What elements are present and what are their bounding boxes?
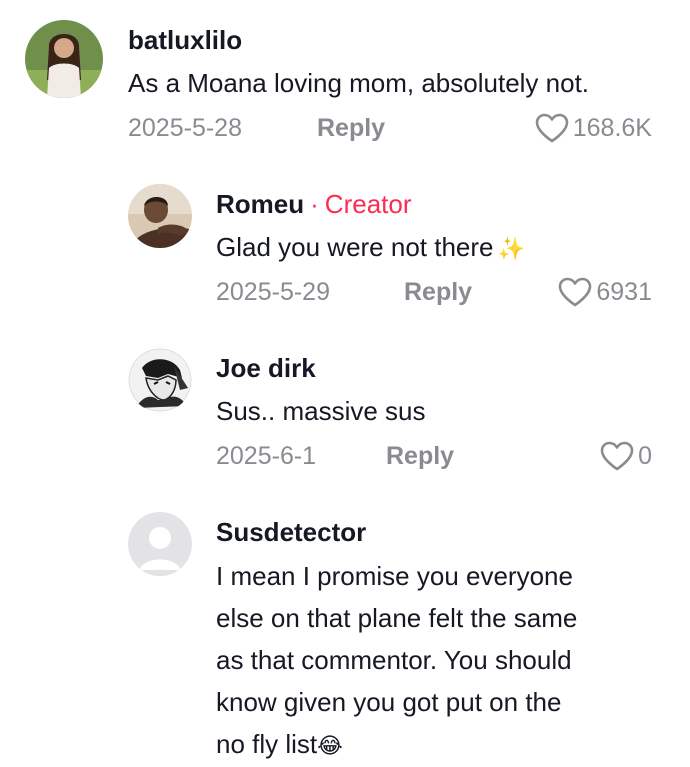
like-count: 168.6K: [572, 114, 652, 142]
comment-text: Glad you were not there ✨: [216, 226, 525, 270]
heart-outline-icon: [535, 113, 569, 143]
username-with-badge[interactable]: Romeu · Creator: [216, 188, 412, 220]
comment-date: 2025-6-1: [216, 442, 317, 470]
avatar[interactable]: [128, 184, 192, 248]
avatar[interactable]: [128, 348, 192, 412]
comment-text-line: know given you got put on the: [216, 687, 562, 717]
badge-separator: ·: [310, 189, 319, 219]
like-button[interactable]: 168.6K: [535, 112, 652, 144]
avatar-image: [128, 184, 192, 248]
comment-text-line: as that commentor. You should: [216, 645, 572, 675]
reply-button[interactable]: Reply: [317, 112, 385, 144]
heart-outline-icon: [600, 441, 634, 471]
avatar-image: [128, 348, 192, 412]
comment-date: 2025-5-29: [216, 278, 330, 306]
username[interactable]: batluxlilo: [128, 24, 242, 56]
avatar[interactable]: [128, 512, 192, 576]
comment-text: Sus.. massive sus: [216, 396, 426, 426]
comment-text: As a Moana loving mom, absolutely not.: [128, 68, 590, 98]
person-silhouette-icon: [128, 512, 192, 576]
username[interactable]: Susdetector: [216, 516, 366, 548]
avatar-image: [25, 20, 103, 98]
comment-text-content: Glad you were not there: [216, 232, 494, 262]
comment-text: I mean I promise you everyone else on th…: [216, 555, 656, 767]
sparkles-emoji: ✨: [497, 236, 525, 261]
comment-text-line: I mean I promise you everyone: [216, 561, 573, 591]
tears-of-joy-emoji: 😂: [317, 733, 343, 758]
like-button[interactable]: 0: [600, 440, 652, 472]
username[interactable]: Romeu: [216, 189, 304, 219]
reply-button[interactable]: Reply: [404, 276, 472, 308]
reply-button[interactable]: Reply: [386, 440, 454, 472]
comment-text-line: else on that plane felt the same: [216, 603, 578, 633]
comment-text-line: no fly list😂: [216, 723, 656, 767]
heart-outline-icon: [559, 277, 592, 307]
like-count: 6931: [596, 278, 652, 306]
avatar[interactable]: [25, 20, 103, 98]
like-count: 0: [638, 442, 652, 470]
comment-date: 2025-5-28: [128, 114, 242, 142]
creator-badge: Creator: [324, 189, 412, 219]
like-button[interactable]: 6931: [558, 276, 652, 308]
username[interactable]: Joe dirk: [216, 352, 316, 384]
comment-text-content: no fly list: [216, 729, 318, 759]
